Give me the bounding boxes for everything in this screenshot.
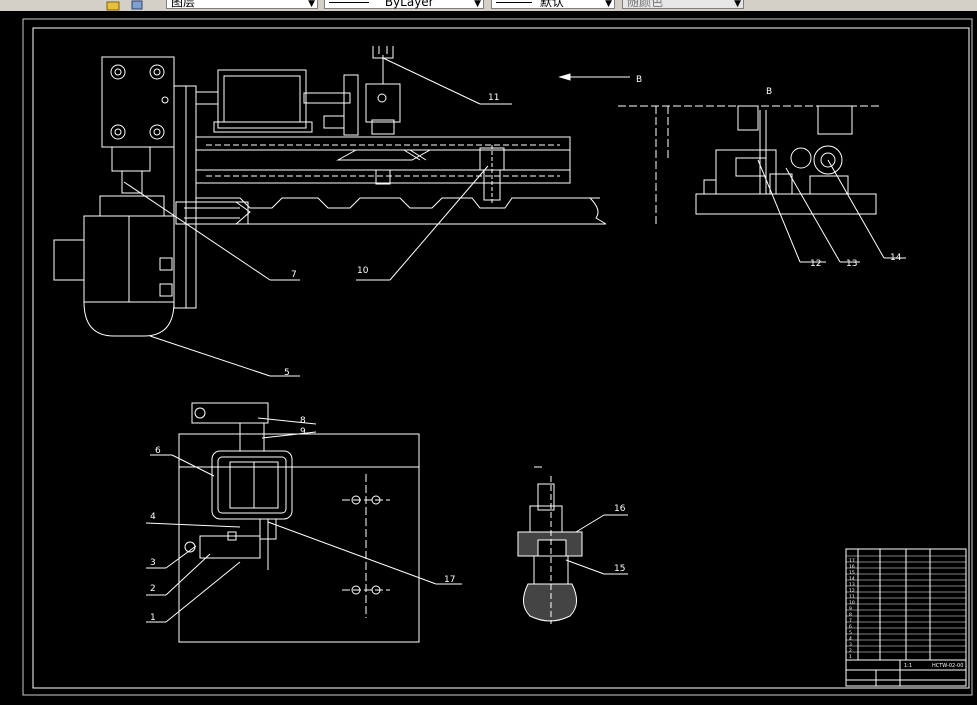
callout-6: 6 (155, 446, 161, 456)
bom-row-number: 5 (849, 630, 852, 636)
section-label: B (766, 87, 772, 97)
bom-row-number: 8 (849, 612, 852, 618)
callout-14: 14 (890, 253, 902, 263)
bom-row-number: 10 (849, 600, 855, 606)
lineweight-swatch (496, 2, 532, 3)
callout-17: 17 (444, 575, 455, 585)
bom-row-number: 11 (849, 594, 855, 600)
callout-12: 12 (810, 259, 821, 269)
bom-row-number: 4 (849, 636, 852, 642)
bom-row-number: 17 (849, 558, 855, 564)
bom-row-number: 12 (849, 588, 855, 594)
cad-drawing: B B 11 7 10 5 12 13 14 8 9 6 4 3 2 1 17 … (22, 18, 973, 696)
leader-lines (123, 57, 906, 623)
color-dropdown[interactable]: 随颜色 ▼ (622, 0, 744, 9)
callout-10: 10 (357, 266, 369, 276)
bom-row-number: 7 (849, 618, 852, 624)
bom-row-number: 16 (849, 564, 855, 570)
drawing-canvas[interactable]: B B 11 7 10 5 12 13 14 8 9 6 4 3 2 1 17 … (0, 11, 977, 701)
callout-5: 5 (284, 368, 290, 378)
bom-row-number: 14 (849, 576, 855, 582)
detail-view (517, 466, 583, 624)
callout-7: 7 (291, 270, 297, 280)
callout-13: 13 (846, 259, 857, 269)
lineweight-dropdown-value: 默认 (539, 0, 564, 9)
layer-previous-icon[interactable] (130, 0, 144, 10)
view-direction-arrow (558, 73, 630, 81)
lineweight-dropdown[interactable]: 默认 ▼ (491, 0, 615, 9)
callout-8: 8 (300, 416, 306, 426)
bom-row-number: 1 (849, 654, 852, 660)
linetype-swatch (329, 2, 369, 3)
callout-4: 4 (150, 512, 156, 522)
plan-view (178, 402, 420, 643)
layer-state-icon[interactable] (106, 0, 120, 11)
bom-row-number: 3 (849, 642, 852, 648)
callout-16: 16 (614, 504, 626, 514)
drawing-number: HCTW-02-00 (932, 663, 963, 669)
callout-11: 11 (488, 93, 499, 103)
sheet-border (22, 18, 973, 696)
drawing-frame (32, 27, 970, 689)
section-b-view (618, 105, 880, 226)
layer-dropdown-value: 图层 (171, 0, 196, 9)
callout-9: 9 (300, 427, 306, 437)
view-arrow-label: B (636, 75, 642, 85)
bom-row-numbers: 1234567891011121314151617 (849, 558, 855, 660)
bom-row-number: 6 (849, 624, 852, 630)
bom-row-number: 2 (849, 648, 852, 654)
bom-row-number: 15 (849, 570, 855, 576)
callout-1: 1 (150, 613, 156, 623)
drawing-scale: 1:1 (904, 663, 912, 669)
linetype-dropdown-value: ByLayer (384, 0, 434, 9)
color-dropdown-value: 随颜色 (627, 0, 664, 9)
linetype-dropdown[interactable]: ByLayer ▼ (324, 0, 484, 9)
callout-15: 15 (614, 564, 625, 574)
layer-dropdown[interactable]: 图层 ▼ (166, 0, 318, 9)
bom-row-number: 9 (849, 606, 852, 612)
bom-row-number: 13 (849, 582, 855, 588)
callout-3: 3 (150, 558, 156, 568)
callout-2: 2 (150, 584, 156, 594)
